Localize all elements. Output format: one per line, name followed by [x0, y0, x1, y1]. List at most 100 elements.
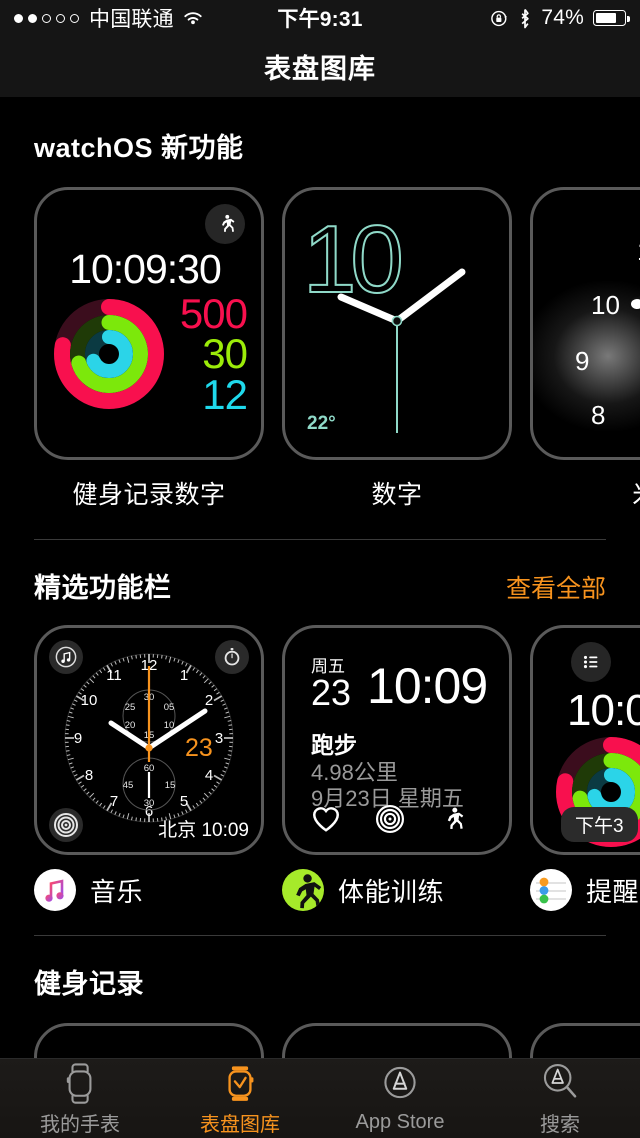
- watch-face-preview: 1212 345 678 91011 300510 152025: [37, 628, 261, 852]
- face-card-chronograph[interactable]: 1212 345 678 91011 300510 152025: [34, 625, 264, 855]
- nav-bar: 表盘图库: [0, 36, 640, 98]
- tab-label: App Store: [355, 1110, 445, 1133]
- battery-icon: [593, 10, 630, 26]
- svg-text:20: 20: [125, 720, 136, 731]
- workout-app-icon: [282, 869, 324, 911]
- app-label-text: 体能训练: [338, 876, 445, 907]
- section-title-watchos-new: watchOS 新功能: [34, 133, 244, 163]
- svg-text:05: 05: [164, 702, 175, 713]
- signal-dot: [56, 13, 65, 23]
- status-bar-right: 74%: [320, 6, 630, 30]
- watch-face-preview: 11 10 9 8: [533, 190, 640, 457]
- face-gallery-icon: [228, 1065, 254, 1101]
- face-activity-distance: 4.98公里: [311, 759, 398, 785]
- watch-face-preview: 10:0 下午3: [533, 628, 640, 852]
- face-time: 10:0: [567, 686, 640, 735]
- tab-search[interactable]: 搜索: [480, 1059, 640, 1138]
- face-row-featured[interactable]: 1212 345 678 91011 300510 152025: [0, 625, 640, 855]
- face-pill-label: 下午3: [561, 807, 638, 842]
- watch-icon: [66, 1062, 92, 1104]
- metric-stand: 12: [202, 370, 248, 418]
- scroll-content[interactable]: watchOS 新功能 10:09:30 500 30 12 健身记录数字 10…: [0, 98, 640, 1138]
- face-card-numerals[interactable]: 10 22° 数字: [282, 187, 512, 511]
- battery-percent-label: 74%: [541, 6, 584, 29]
- section-header-featured: 精选功能栏 查看全部: [0, 566, 640, 605]
- heart-icon: [312, 807, 340, 832]
- face-card-label: 健身记录数字: [72, 481, 226, 509]
- svg-text:4: 4: [205, 767, 213, 784]
- wifi-icon: [184, 12, 202, 25]
- music-app-icon: [34, 869, 76, 911]
- svg-text:9: 9: [74, 730, 82, 747]
- face-card-label: 米: [530, 475, 640, 511]
- app-label-workout[interactable]: 体能训练: [282, 869, 512, 911]
- app-label-text: 提醒: [586, 876, 640, 907]
- signal-dot: [70, 13, 79, 23]
- carrier-label: 中国联通: [89, 8, 174, 31]
- activity-rings-icon: [53, 298, 165, 415]
- watch-face-preview: 周五 23 10:09 跑步 4.98公里 9月23日 星期五: [285, 628, 509, 852]
- face-time: 10:09: [367, 657, 488, 714]
- bluetooth-icon: [521, 8, 530, 28]
- face-city-time: 北京 10:09: [158, 820, 249, 841]
- tab-app-store[interactable]: App Store: [320, 1059, 480, 1138]
- running-icon: [447, 807, 464, 829]
- face-row-watchos-new[interactable]: 10:09:30 500 30 12 健身记录数字 10 22° 数字 10 9…: [0, 187, 640, 511]
- signal-strength-dots: [14, 13, 79, 23]
- svg-text:5: 5: [180, 793, 188, 810]
- face-card-modular[interactable]: 周五 23 10:09 跑步 4.98公里 9月23日 星期五: [282, 625, 512, 855]
- face-card-label: 数字: [371, 481, 423, 509]
- face-time: 10:09:30: [69, 246, 222, 292]
- svg-text:45: 45: [123, 780, 134, 791]
- watch-face-preview: 10 22°: [285, 190, 509, 457]
- search-icon: [543, 1063, 577, 1098]
- tab-label: 我的手表: [40, 1113, 120, 1136]
- face-metrics: 500 30 12: [180, 292, 248, 418]
- signal-dot: [42, 13, 51, 23]
- tab-face-gallery[interactable]: 表盘图库: [160, 1059, 320, 1138]
- app-label-reminders[interactable]: 提醒: [530, 869, 640, 911]
- svg-text:25: 25: [125, 702, 136, 713]
- face-card-mickey[interactable]: 11 10 9 8: [530, 187, 640, 511]
- rotation-lock-icon: [491, 10, 508, 26]
- tab-bar[interactable]: 我的手表 表盘图库 App Store 搜索: [0, 1058, 640, 1138]
- face-date: 23: [185, 734, 213, 762]
- tab-label: 搜索: [540, 1113, 580, 1136]
- svg-text:7: 7: [110, 793, 118, 810]
- svg-text:11: 11: [106, 667, 122, 684]
- appstore-icon: [384, 1066, 416, 1098]
- svg-text:8: 8: [85, 767, 93, 784]
- watch-face-preview: 10:09:30 500 30 12: [37, 190, 261, 457]
- face-card-activity-digital[interactable]: 10:09:30 500 30 12 健身记录数字: [34, 187, 264, 511]
- face-day: 23: [311, 671, 352, 713]
- svg-text:3: 3: [215, 730, 223, 747]
- signal-dot: [28, 13, 37, 23]
- face-card-activity-modular[interactable]: 10:0 下午3: [530, 625, 640, 855]
- status-bar: 中国联通 下午9:31 74%: [0, 0, 640, 36]
- activity-rings-icon: [375, 804, 405, 834]
- reminders-app-icon: [530, 869, 572, 911]
- metric-exercise: 30: [202, 330, 248, 378]
- tab-my-watch[interactable]: 我的手表: [0, 1059, 160, 1138]
- app-label-row: 音乐 体能训练 提醒: [0, 869, 640, 911]
- app-screen: 中国联通 下午9:31 74% 表盘图库 watchOS 新功能 10:09:3…: [0, 0, 640, 1138]
- status-bar-left: 中国联通: [14, 3, 320, 33]
- list-icon: [571, 642, 611, 682]
- tab-label: 表盘图库: [200, 1113, 280, 1136]
- face-activity-title: 跑步: [311, 731, 357, 758]
- section-title-activity: 健身记录: [34, 969, 144, 999]
- running-icon: [205, 204, 245, 244]
- section-title-featured: 精选功能栏: [34, 573, 172, 603]
- signal-dot: [14, 13, 23, 23]
- svg-text:10: 10: [81, 692, 98, 709]
- app-label-music[interactable]: 音乐: [34, 869, 264, 911]
- see-all-button[interactable]: 查看全部: [506, 569, 606, 605]
- svg-text:1: 1: [180, 667, 188, 684]
- app-label-text: 音乐: [90, 876, 144, 907]
- svg-text:15: 15: [165, 780, 176, 791]
- svg-text:2: 2: [205, 692, 213, 709]
- face-temperature: 22°: [307, 413, 336, 434]
- mickey-mouse-icon: [629, 295, 640, 311]
- face-complication-icons: [311, 804, 465, 834]
- svg-text:30: 30: [144, 798, 155, 809]
